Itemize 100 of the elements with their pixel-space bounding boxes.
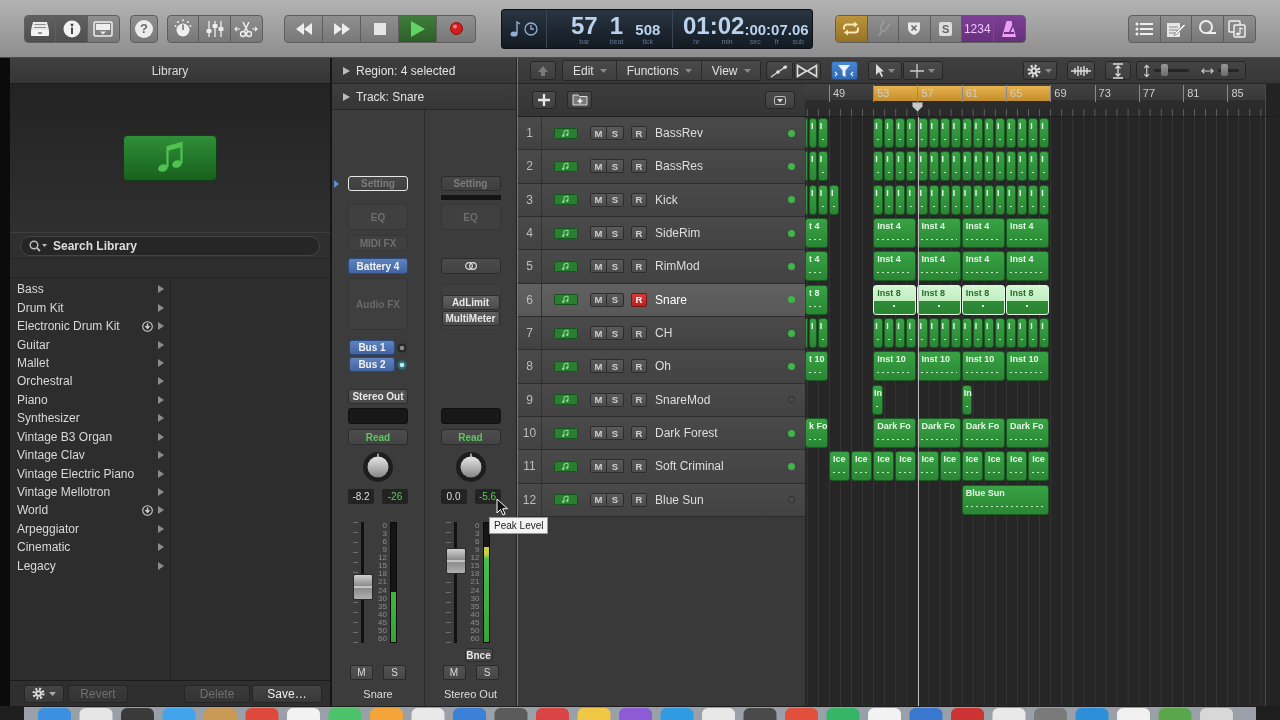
midi-region[interactable]: I — [809, 118, 817, 148]
library-category[interactable]: Vintage Mellotron — [10, 482, 170, 502]
action-menu-button[interactable] — [24, 684, 64, 703]
bounce-button[interactable]: Bnce — [464, 648, 493, 662]
midi-region[interactable]: Inst 4 — [917, 251, 961, 282]
back-button[interactable] — [530, 61, 556, 80]
mute-button[interactable]: M — [442, 665, 466, 680]
midi-region[interactable]: I — [873, 118, 884, 148]
midi-region[interactable]: Ice — [1006, 451, 1028, 482]
midi-region[interactable]: I — [817, 184, 828, 215]
midi-region[interactable]: I — [817, 151, 828, 182]
send-slot[interactable]: Bus 1 — [349, 340, 395, 355]
midi-region[interactable]: In — [872, 384, 884, 415]
midi-region[interactable]: I — [1006, 151, 1017, 182]
midi-region[interactable]: I — [1017, 317, 1028, 348]
help-button[interactable]: ? — [130, 14, 158, 43]
midi-region[interactable]: Inst 4 — [917, 218, 961, 248]
midi-region[interactable]: I — [961, 151, 972, 182]
midi-region[interactable]: Inst 8 — [917, 284, 961, 315]
mute-button[interactable]: M — [590, 259, 607, 274]
automation-button[interactable] — [765, 61, 793, 80]
library-category[interactable]: Mallet — [10, 353, 170, 373]
midi-region[interactable]: I — [906, 317, 917, 348]
track-header[interactable]: 11 M S R Soft Criminal — [518, 450, 805, 484]
midi-region[interactable]: Inst 8 — [961, 284, 1005, 315]
midi-region[interactable]: I — [950, 151, 961, 182]
pointer-tool-menu[interactable] — [867, 61, 902, 80]
midi-region[interactable] — [805, 118, 808, 148]
library-category[interactable]: Bass — [10, 280, 170, 299]
mute-button[interactable]: M — [590, 426, 607, 441]
midi-region[interactable]: Ice — [917, 451, 939, 482]
slider-thumb[interactable] — [1220, 64, 1228, 76]
pan-knob[interactable] — [455, 452, 486, 482]
midi-region[interactable]: Ice — [939, 451, 961, 482]
midi-region[interactable]: I — [972, 184, 983, 215]
midi-region[interactable]: I — [1039, 184, 1050, 215]
record-enable-button[interactable]: R — [631, 292, 647, 307]
mute-button[interactable]: M — [590, 126, 607, 141]
solo-button[interactable]: S — [607, 292, 624, 307]
midi-region[interactable]: Inst 4 — [1006, 218, 1050, 248]
library-category[interactable]: Legacy — [10, 556, 170, 575]
midi-region[interactable]: I — [1017, 151, 1028, 182]
midi-region[interactable]: I — [809, 151, 817, 182]
slider-thumb[interactable] — [1161, 64, 1168, 76]
library-category[interactable]: Drum Kit — [10, 298, 170, 317]
midi-region[interactable]: Ice — [851, 451, 873, 482]
midi-region[interactable]: I — [1028, 184, 1039, 215]
library-category[interactable]: Orchestral — [10, 372, 170, 391]
library-category[interactable]: Cinematic — [10, 538, 170, 557]
midi-region[interactable]: I — [983, 184, 994, 215]
inspector-button[interactable] — [56, 15, 88, 42]
record-enable-button[interactable]: R — [631, 192, 647, 207]
midi-region[interactable]: I — [1039, 317, 1050, 348]
menu-button[interactable]: View — [701, 61, 760, 80]
record-enable-button[interactable]: R — [631, 492, 647, 507]
midi-region[interactable]: I — [928, 151, 939, 182]
midi-region[interactable]: Inst 4 — [961, 251, 1005, 282]
midi-region[interactable]: Inst 10 — [917, 351, 961, 382]
play-button[interactable] — [399, 15, 437, 42]
library-category[interactable]: Piano — [10, 390, 170, 410]
mute-button[interactable]: M — [590, 159, 607, 174]
solo-button[interactable]: S — [607, 459, 624, 474]
midi-region[interactable]: Inst 4 — [1006, 251, 1050, 282]
cycle-button[interactable] — [836, 15, 868, 42]
midi-region[interactable]: Blue Sun — [961, 484, 1050, 515]
record-enable-button[interactable]: R — [631, 359, 647, 374]
volume-readout[interactable]: 0.0 — [440, 489, 467, 504]
record-enable-button[interactable]: R — [631, 159, 647, 174]
track-header[interactable]: 7 M S R CH — [518, 316, 805, 351]
send-knob-icon[interactable] — [397, 342, 407, 353]
midi-region[interactable]: I — [994, 118, 1005, 148]
menu-button[interactable]: Edit — [563, 61, 617, 80]
mute-button[interactable]: M — [590, 492, 607, 507]
midi-region[interactable] — [805, 151, 808, 182]
solo-button[interactable]: S — [607, 126, 624, 141]
midi-region[interactable]: Dark Fo — [873, 417, 917, 448]
midi-region[interactable] — [805, 317, 808, 348]
track-header[interactable]: 2 M S R BassRes — [518, 150, 805, 184]
bar-ruler[interactable]: 49 53 57 61 65 69 73 77 81 85 — [805, 84, 1265, 116]
midi-region[interactable]: I — [950, 184, 961, 215]
footer-button[interactable]: Save… — [252, 684, 322, 703]
midi-region[interactable]: Ice — [873, 451, 895, 482]
midi-region[interactable]: I — [928, 317, 939, 348]
solo-button[interactable]: S — [607, 226, 624, 241]
fader-thumb[interactable] — [353, 574, 373, 601]
volume-readout[interactable]: -8.2 — [348, 489, 374, 504]
fader-thumb[interactable] — [445, 547, 466, 574]
midi-region[interactable]: I — [983, 118, 994, 148]
midi-region[interactable]: k Fo — [805, 417, 828, 448]
midi-region[interactable]: I — [1028, 317, 1039, 348]
solo-button[interactable]: S — [607, 392, 624, 407]
mute-button[interactable]: M — [590, 292, 607, 307]
setting-button[interactable]: Setting — [348, 176, 408, 191]
menu-button[interactable]: Functions — [616, 61, 702, 80]
solo-button[interactable]: S — [607, 492, 624, 507]
solo-button[interactable]: S — [475, 665, 499, 680]
midi-region[interactable]: Dark Fo — [917, 417, 961, 448]
midi-region[interactable]: I — [906, 184, 917, 215]
midi-region[interactable]: I — [1017, 184, 1028, 215]
midi-region[interactable]: I — [873, 184, 884, 215]
